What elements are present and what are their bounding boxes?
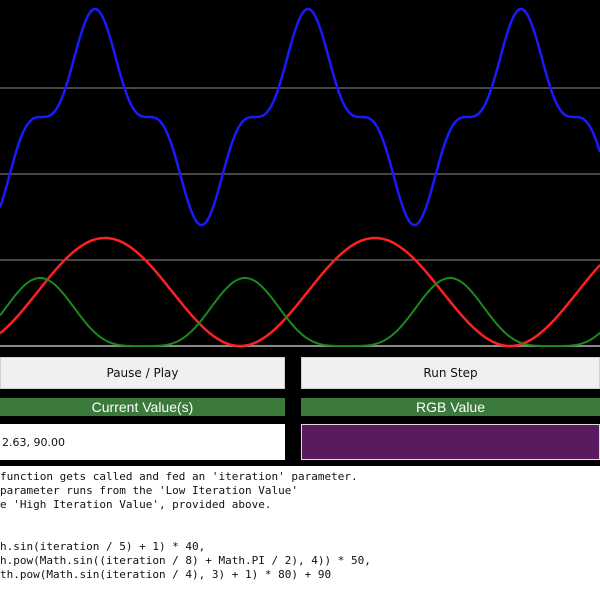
green-waveform-line — [0, 276, 600, 347]
code-line: h.pow(Math.sin((iteration / 8) + Math.PI… — [0, 554, 371, 567]
rgb-value-header: RGB Value — [301, 398, 600, 416]
red-waveform-line — [0, 236, 600, 348]
code-line: th.pow(Math.sin(iteration / 4), 3) + 1) … — [0, 568, 332, 581]
current-value-header: Current Value(s) — [0, 398, 285, 416]
current-value-display: 2.63, 90.00 — [0, 424, 285, 460]
run-step-button[interactable]: Run Step — [301, 357, 600, 389]
code-description-panel: function gets called and fed an 'iterati… — [0, 466, 600, 600]
code-line: h.sin(iteration / 5) + 1) * 40, — [0, 540, 206, 553]
code-line: parameter runs from the 'Low Iteration V… — [0, 484, 299, 497]
waveform-plot — [0, 7, 600, 348]
code-line: e 'High Iteration Value', provided above… — [0, 498, 272, 511]
blue-waveform-line — [0, 7, 600, 227]
rgb-color-swatch — [301, 424, 600, 460]
gridlines — [0, 87, 600, 347]
pause-play-button[interactable]: Pause / Play — [0, 357, 285, 389]
code-line: function gets called and fed an 'iterati… — [0, 470, 358, 483]
